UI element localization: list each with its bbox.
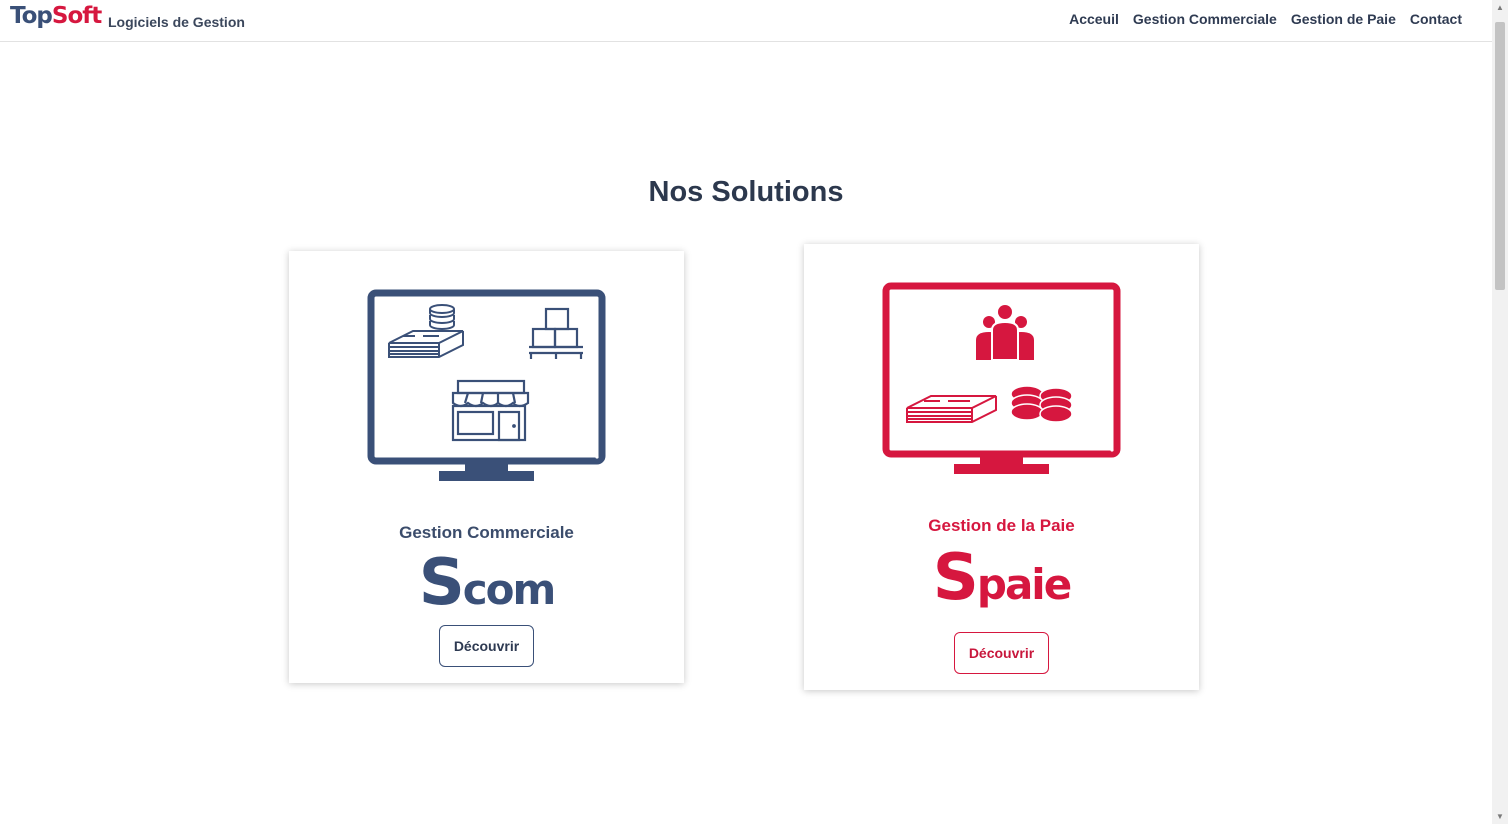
decouvrir-spaie-button[interactable]: Découvrir [954,632,1049,674]
pallet-boxes-icon [529,307,583,359]
nav-link-gestion-commerciale[interactable]: Gestion Commerciale [1133,11,1277,27]
nav-link-gestion-de-paie[interactable]: Gestion de Paie [1291,11,1396,27]
topsoft-logo[interactable]: Top Soft [10,3,102,29]
nav-link-contact[interactable]: Contact [1410,11,1462,27]
section-title: Nos Solutions [648,176,844,208]
logo-top-text: Top [10,3,53,29]
nav-link-acceuil[interactable]: Acceuil [1069,11,1119,27]
main-nav: Acceuil Gestion Commerciale Gestion de P… [1069,11,1462,27]
coins-icon [429,304,455,330]
spaie-logo-initial: S [932,541,979,615]
scom-logo: Scom [289,551,684,615]
scroll-up-icon[interactable]: ▲ [1492,3,1508,12]
page-scrollbar[interactable]: ▲ ▼ [1492,0,1508,824]
money-stack-icon [906,395,997,423]
scom-logo-initial: S [418,546,465,620]
card-title-gestion-paie: Gestion de la Paie [928,516,1075,535]
monitor-icon [882,282,1121,474]
navbar: Top Soft Logiciels de Gestion Acceuil Ges… [0,0,1492,42]
spaie-logo: Spaie [804,546,1199,610]
monitor-icon [367,289,606,481]
solution-card-spaie: Gestion de la Paie Spaie Découvrir [804,244,1199,690]
scroll-down-icon[interactable]: ▼ [1492,812,1508,821]
spaie-logo-rest: paie [976,560,1072,609]
card-title-gestion-commerciale: Gestion Commerciale [399,523,574,542]
scom-logo-rest: com [462,565,557,614]
logo-soft-text: Soft [51,3,102,29]
coins-icon [1010,385,1073,423]
brand-logo[interactable]: Top Soft [10,3,102,29]
decouvrir-scom-button[interactable]: Découvrir [439,625,534,667]
storefront-icon [451,379,530,442]
money-stack-icon [388,330,464,358]
tagline: Logiciels de Gestion [108,14,245,30]
scrollbar-thumb[interactable] [1495,22,1505,290]
team-icon [976,305,1034,361]
solution-card-scom: Gestion Commerciale Scom Découvrir [289,251,684,683]
